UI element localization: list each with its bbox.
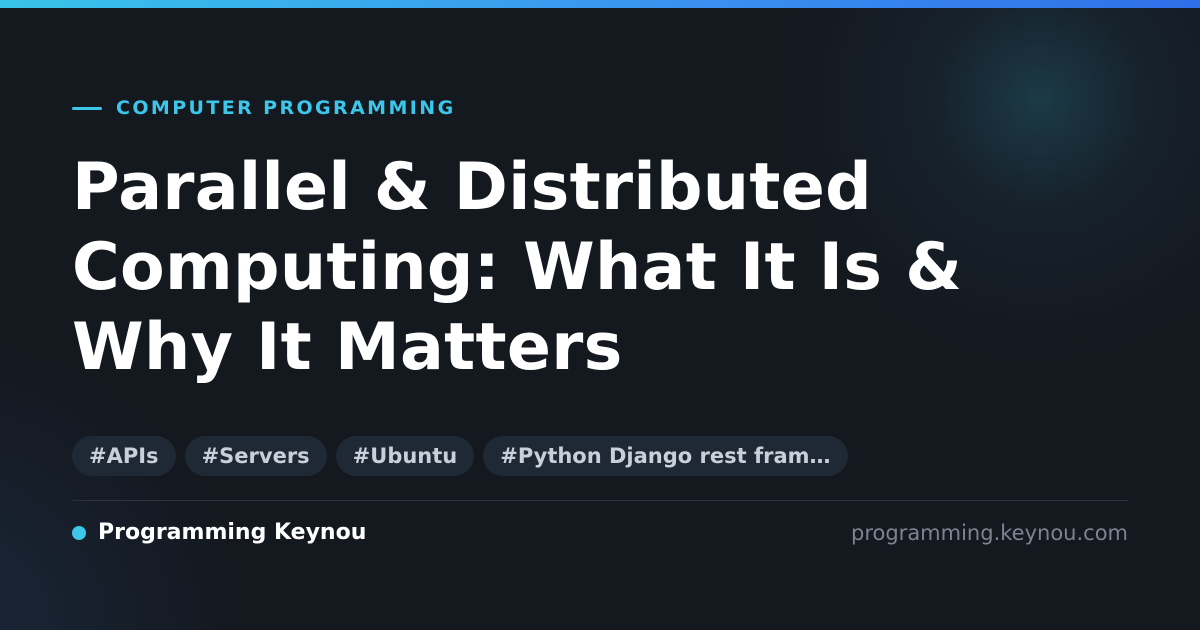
title-line-2: Computing: What It Is & xyxy=(72,230,963,305)
brand-dot-icon xyxy=(72,526,86,540)
footer-divider xyxy=(72,500,1128,501)
title-line-1: Parallel & Distributed xyxy=(72,150,872,225)
page-title: Parallel & Distributed Computing: What I… xyxy=(72,148,1132,388)
brand-name: Programming Keynou xyxy=(98,520,367,545)
tag-list: #APIs #Servers #Ubuntu #Python Django re… xyxy=(72,436,848,476)
tag-apis[interactable]: #APIs xyxy=(72,436,176,476)
tag-python-django[interactable]: #Python Django rest fram… xyxy=(483,436,848,476)
category-label: COMPUTER PROGRAMMING xyxy=(116,97,456,119)
tag-ubuntu[interactable]: #Ubuntu xyxy=(335,436,475,476)
site-url[interactable]: programming.keynou.com xyxy=(851,518,1128,548)
brand: Programming Keynou xyxy=(72,518,366,548)
title-line-3: Why It Matters xyxy=(72,310,623,385)
category-dash-icon xyxy=(72,106,102,110)
top-accent-bar xyxy=(0,0,1200,8)
social-card: COMPUTER PROGRAMMING Parallel & Distribu… xyxy=(0,0,1200,630)
tag-servers[interactable]: #Servers xyxy=(184,436,327,476)
category-row: COMPUTER PROGRAMMING xyxy=(72,96,456,120)
